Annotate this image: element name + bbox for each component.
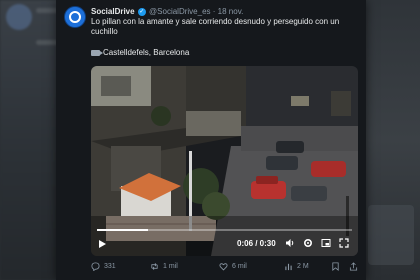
retweet-icon bbox=[151, 263, 158, 270]
bookmark-icon[interactable] bbox=[331, 262, 340, 271]
video-frame bbox=[91, 66, 358, 256]
verified-badge-icon: ✓ bbox=[137, 7, 146, 16]
video-controls: 0:06 / 0:30 bbox=[91, 236, 358, 252]
tweet-actions: 331 1 mil 6 mil 2 M bbox=[91, 262, 361, 276]
share-icon[interactable] bbox=[349, 262, 358, 271]
location-text: Castelldefels, Barcelona bbox=[103, 48, 190, 57]
retweet-count: 1 mil bbox=[163, 263, 178, 270]
avatar[interactable] bbox=[64, 6, 86, 28]
like-count: 6 mil bbox=[232, 263, 247, 270]
tweet-date[interactable]: 18 nov. bbox=[218, 7, 244, 16]
fullscreen-icon[interactable] bbox=[339, 238, 349, 248]
video-player[interactable]: 0:06 / 0:30 bbox=[91, 66, 358, 256]
video-time: 0:06 / 0:30 bbox=[237, 239, 276, 248]
video-progress-bar[interactable] bbox=[97, 229, 352, 231]
views-action[interactable]: 2 M bbox=[284, 262, 309, 271]
pip-icon[interactable] bbox=[321, 238, 331, 248]
like-action[interactable]: 6 mil bbox=[219, 262, 247, 271]
retweet-action[interactable]: 1 mil bbox=[150, 262, 178, 271]
camera-icon bbox=[91, 49, 103, 56]
blurred-shape bbox=[368, 205, 414, 265]
volume-icon[interactable] bbox=[285, 238, 295, 248]
tweet-header: SocialDrive ✓ @SocialDrive_es · 18 nov. bbox=[91, 7, 243, 16]
author-handle[interactable]: @SocialDrive_es bbox=[149, 7, 210, 16]
views-icon bbox=[285, 263, 292, 271]
video-progress-fill bbox=[97, 229, 148, 231]
settings-icon[interactable] bbox=[303, 238, 313, 248]
reply-count: 331 bbox=[104, 263, 116, 270]
tweet-text: Lo pillan con la amante y sale corriendo… bbox=[91, 17, 340, 36]
view-count: 2 M bbox=[297, 263, 309, 270]
separator: · bbox=[212, 7, 216, 16]
reply-icon bbox=[91, 262, 100, 271]
blurred-avatar bbox=[6, 4, 32, 30]
blurred-background-right bbox=[360, 0, 420, 280]
tweet-location: Castelldefels, Barcelona bbox=[91, 48, 189, 57]
tweet-card: SocialDrive ✓ @SocialDrive_es · 18 nov. … bbox=[56, 0, 366, 280]
author-name[interactable]: SocialDrive bbox=[91, 7, 135, 16]
like-icon bbox=[219, 263, 228, 271]
play-icon[interactable] bbox=[99, 240, 106, 248]
reply-action[interactable]: 331 bbox=[91, 262, 116, 271]
socialdrive-logo-icon bbox=[69, 11, 81, 23]
